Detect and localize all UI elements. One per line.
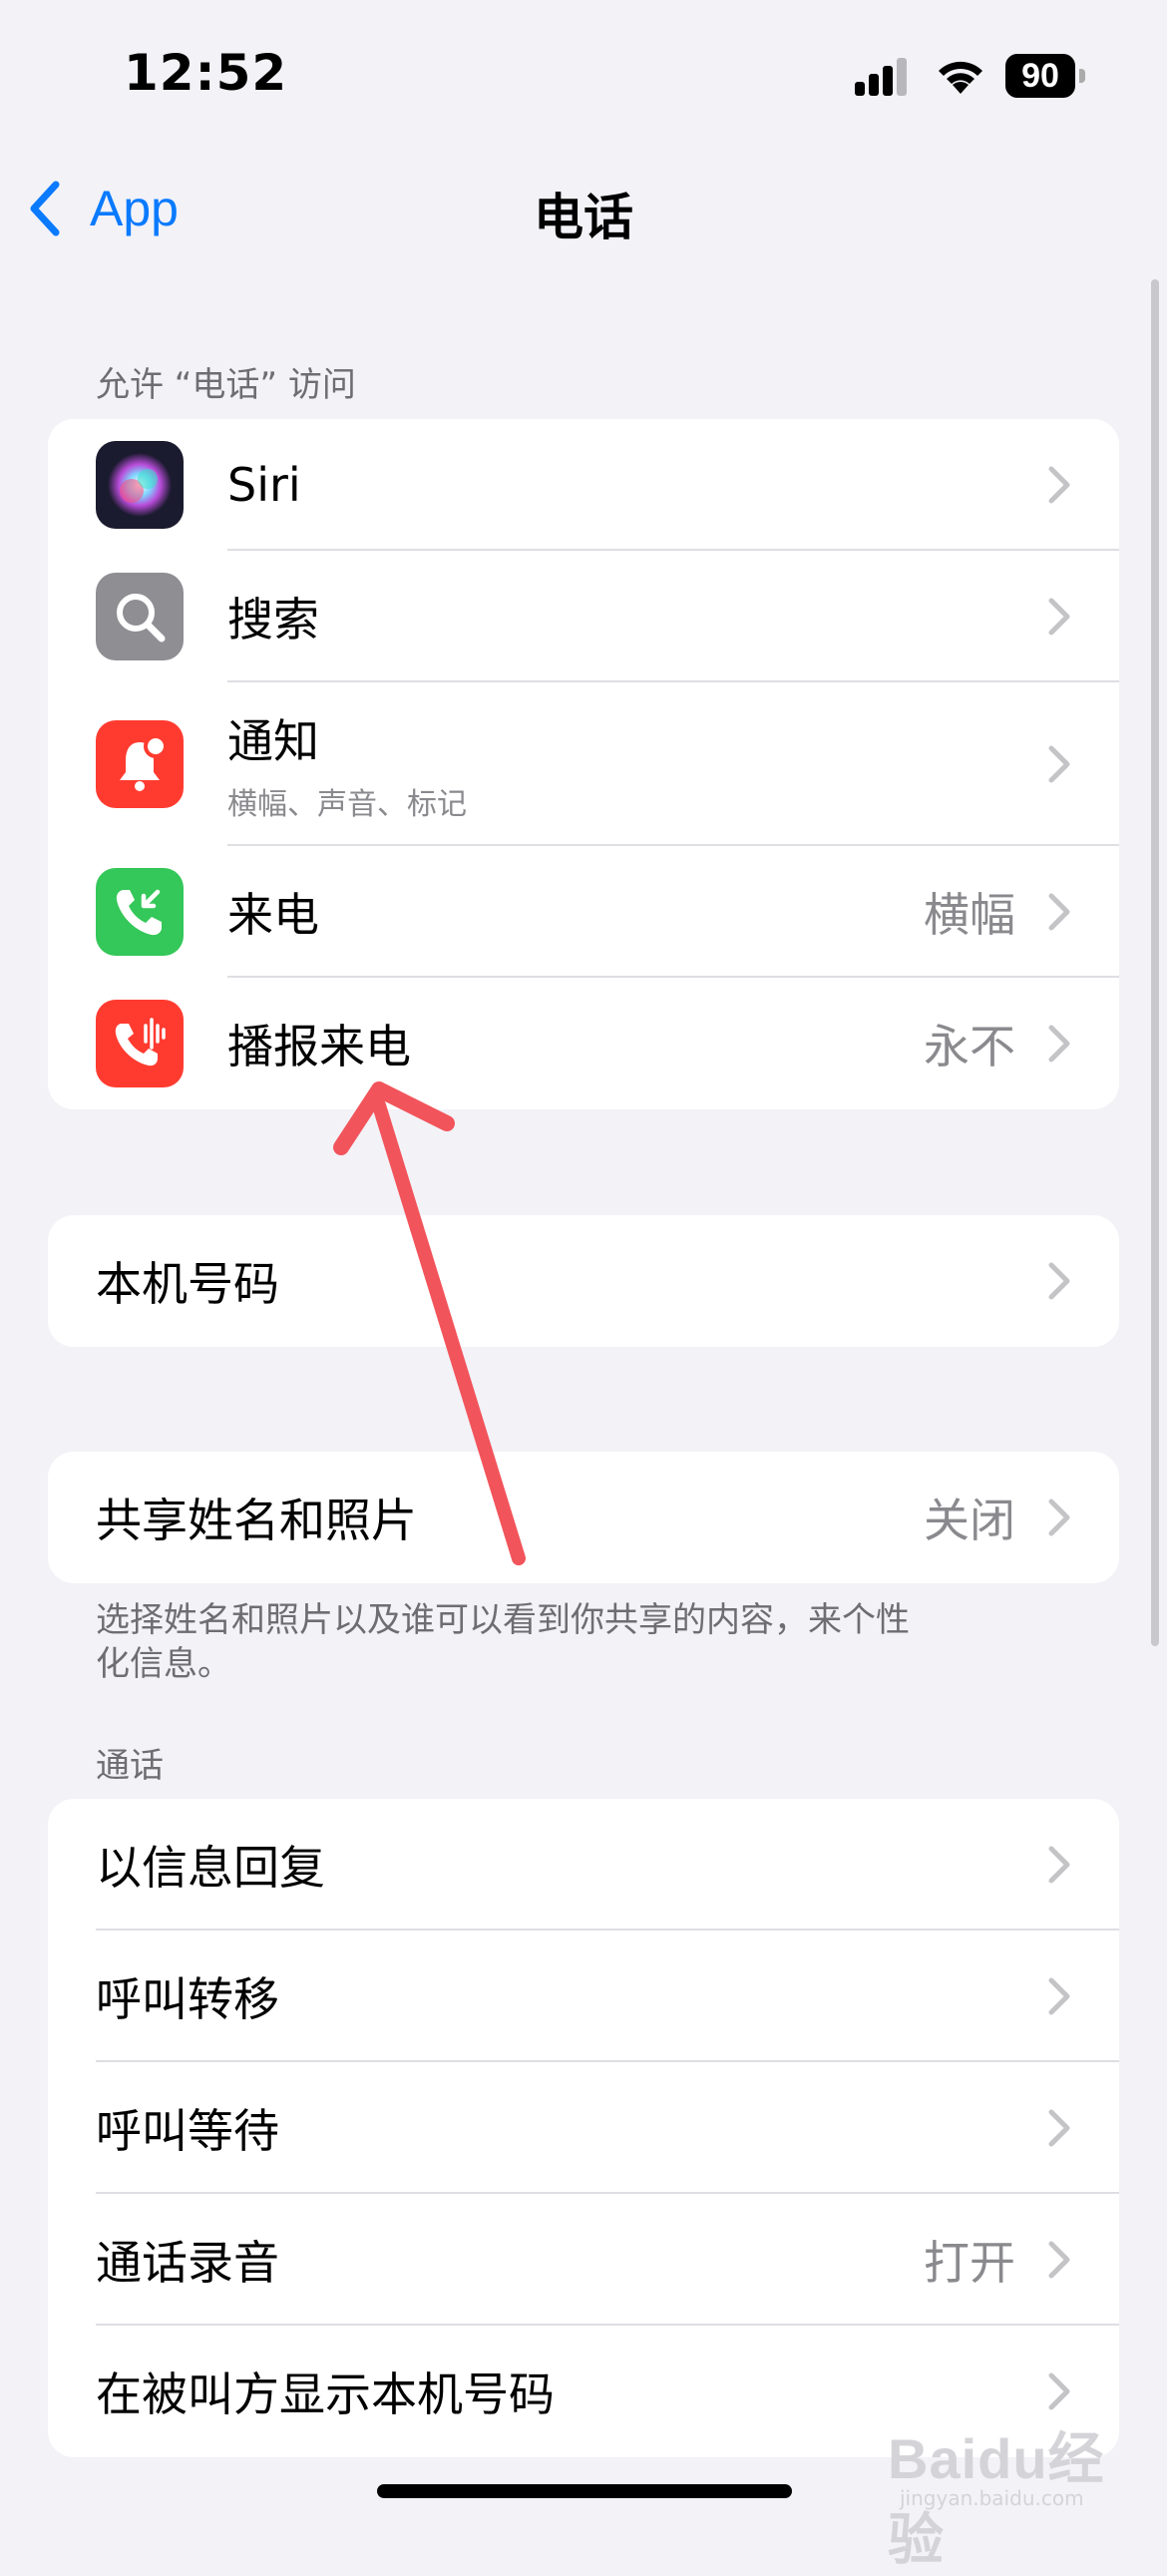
show-caller-id-label: 在被叫方显示本机号码: [96, 2367, 555, 2421]
search-label: 搜索: [227, 593, 319, 646]
share-footer-text: 选择姓名和照片以及谁可以看到你共享的内容，来个性化信息。: [96, 1600, 910, 1684]
announce-calls-value: 永不: [924, 1020, 1015, 1073]
incoming-calls-value: 横幅: [924, 888, 1015, 942]
incoming-call-icon: [96, 868, 184, 956]
settings-row-call-forwarding[interactable]: 呼叫转移: [48, 1931, 1119, 2062]
chevron-right-icon: [1048, 598, 1070, 636]
allow-access-group: Siri 搜索 通知 横幅、声音、标记 来电 横幅 播报来电 永不: [48, 419, 1119, 1109]
share-name-photo-group: 共享姓名和照片 关闭: [48, 1452, 1119, 1583]
chevron-right-icon: [1048, 2109, 1070, 2147]
chevron-right-icon: [1048, 2372, 1070, 2410]
battery-level: 90: [1005, 54, 1075, 98]
battery-cap: [1079, 69, 1085, 83]
call-recording-label: 通话录音: [96, 2236, 279, 2290]
status-time: 12:52: [124, 44, 288, 102]
settings-row-siri[interactable]: Siri: [48, 419, 1119, 551]
chevron-right-icon: [1048, 745, 1070, 783]
chevron-right-icon: [1048, 466, 1070, 504]
settings-row-announce-calls[interactable]: 播报来电 永不: [48, 978, 1119, 1109]
cellular-signal-icon: [855, 58, 907, 96]
section-header-allow-access: 允许 “电话” 访问: [96, 365, 356, 405]
announce-calls-label: 播报来电: [227, 1020, 411, 1073]
home-indicator[interactable]: [377, 2484, 792, 2498]
siri-icon: [96, 441, 184, 529]
section-header-calls: 通话: [96, 1746, 164, 1786]
incoming-calls-label: 来电: [227, 888, 319, 942]
page-title: 电话: [534, 189, 633, 246]
notifications-label: 通知: [227, 714, 319, 768]
settings-row-incoming-calls[interactable]: 来电 横幅: [48, 846, 1119, 978]
chevron-right-icon: [1048, 1025, 1070, 1063]
chevron-right-icon: [1048, 1846, 1070, 1884]
announce-calls-icon: [96, 1000, 184, 1087]
my-number-group: 本机号码: [48, 1215, 1119, 1347]
call-forwarding-label: 呼叫转移: [96, 1972, 279, 2026]
battery-indicator: 90: [1005, 54, 1085, 98]
watermark-sub-text: jingyan.baidu.com: [900, 2486, 1084, 2510]
navigation-bar: App 电话: [0, 160, 1167, 259]
settings-row-my-number[interactable]: 本机号码: [48, 1215, 1119, 1347]
call-recording-value: 打开: [924, 2236, 1015, 2290]
share-name-photo-value: 关闭: [924, 1494, 1015, 1547]
chevron-right-icon: [1048, 2241, 1070, 2279]
scrollbar[interactable]: [1151, 279, 1159, 1646]
notification-bell-icon: [96, 720, 184, 808]
chevron-right-icon: [1048, 893, 1070, 931]
chevron-right-icon: [1048, 1499, 1070, 1536]
notifications-subtitle: 横幅、声音、标记: [227, 787, 467, 822]
settings-row-call-waiting[interactable]: 呼叫等待: [48, 2062, 1119, 2194]
siri-label: Siri: [227, 458, 301, 512]
respond-with-text-label: 以信息回复: [96, 1841, 325, 1895]
settings-row-respond-with-text[interactable]: 以信息回复: [48, 1799, 1119, 1931]
settings-row-search[interactable]: 搜索: [48, 551, 1119, 682]
wifi-icon: [939, 61, 982, 94]
baidu-watermark: Baidu经验 jingyan.baidu.com: [888, 2414, 1137, 2571]
my-number-label: 本机号码: [96, 1257, 279, 1311]
chevron-right-icon: [1048, 1977, 1070, 2015]
share-name-photo-label: 共享姓名和照片: [96, 1494, 417, 1547]
call-waiting-label: 呼叫等待: [96, 2104, 279, 2158]
chevron-right-icon: [1048, 1262, 1070, 1300]
calls-group: 以信息回复 呼叫转移 呼叫等待 通话录音 打开 在被叫方显示本机号码: [48, 1799, 1119, 2457]
status-bar: 12:52 90: [0, 0, 1167, 150]
settings-row-notifications[interactable]: 通知 横幅、声音、标记: [48, 682, 1119, 846]
settings-row-call-recording[interactable]: 通话录音 打开: [48, 2194, 1119, 2326]
search-icon: [96, 573, 184, 660]
settings-row-share-name-photo[interactable]: 共享姓名和照片 关闭: [48, 1452, 1119, 1583]
